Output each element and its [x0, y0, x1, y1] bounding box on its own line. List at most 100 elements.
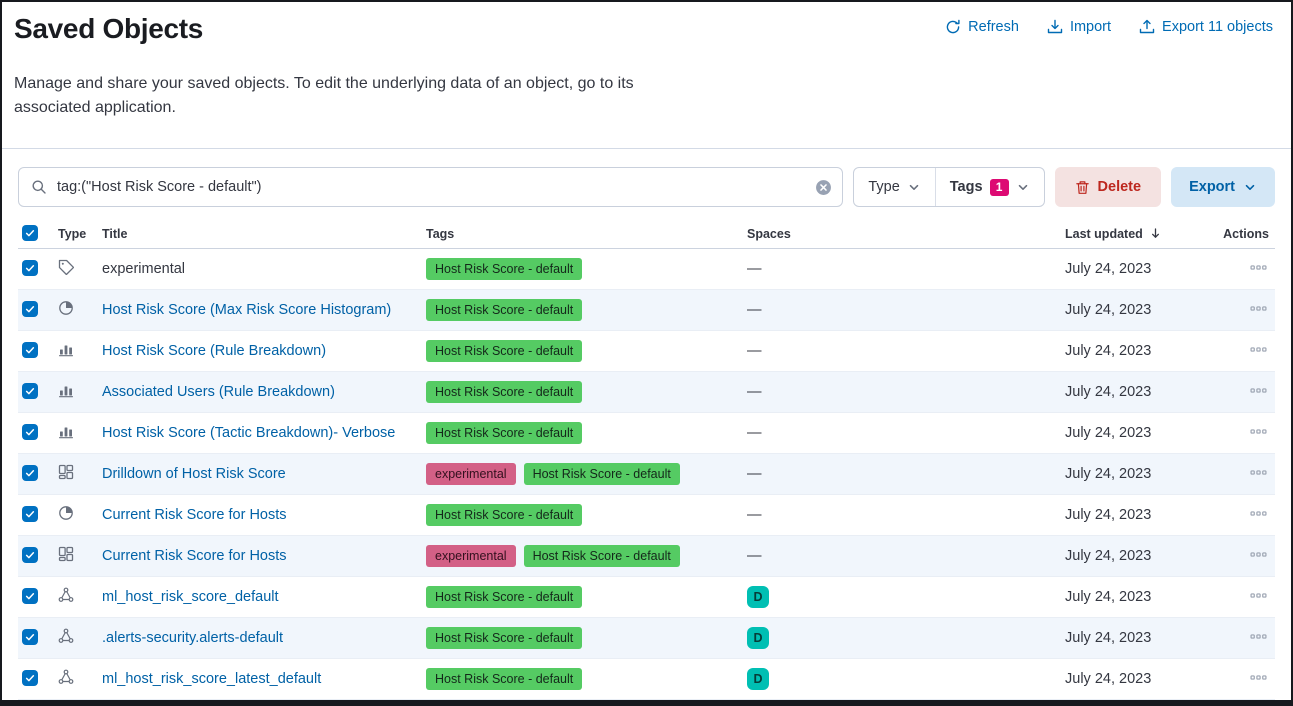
row-tags: Host Risk Score - default	[422, 299, 743, 322]
export-selected-button[interactable]: Export	[1171, 167, 1275, 207]
saved-object-title-link[interactable]: ml_host_risk_score_default	[102, 589, 279, 605]
tag-badge[interactable]: Host Risk Score - default	[426, 627, 582, 650]
ellipsis-icon	[1250, 464, 1267, 481]
row-last-updated: July 24, 2023	[1061, 343, 1219, 359]
tag-badge[interactable]: Host Risk Score - default	[524, 463, 680, 486]
chevron-down-icon	[1243, 180, 1257, 194]
row-tags: Host Risk Score - default	[422, 381, 743, 404]
saved-object-title-link[interactable]: Host Risk Score (Tactic Breakdown)- Verb…	[102, 425, 395, 441]
refresh-button[interactable]: Refresh	[945, 19, 1019, 35]
visualization-icon	[58, 341, 74, 357]
column-header-tags: Tags	[422, 227, 743, 241]
table-row: Current Risk Score for Hosts Host Risk S…	[18, 495, 1275, 536]
row-actions-button[interactable]	[1248, 380, 1269, 404]
row-tags: Host Risk Score - default	[422, 668, 743, 691]
row-checkbox[interactable]	[22, 424, 38, 440]
row-last-updated: July 24, 2023	[1061, 302, 1219, 318]
delete-button[interactable]: Delete	[1055, 167, 1162, 207]
select-all-checkbox[interactable]	[22, 225, 38, 241]
row-spaces: —	[743, 425, 1061, 441]
saved-object-title-link[interactable]: .alerts-security.alerts-default	[102, 630, 283, 646]
saved-object-title-link[interactable]: Host Risk Score (Rule Breakdown)	[102, 343, 326, 359]
ellipsis-icon	[1250, 423, 1267, 440]
row-last-updated: July 24, 2023	[1061, 671, 1219, 687]
no-spaces-dash: —	[747, 507, 762, 523]
tag-badge[interactable]: Host Risk Score - default	[426, 422, 582, 445]
row-spaces: —	[743, 384, 1061, 400]
row-checkbox[interactable]	[22, 547, 38, 563]
column-header-title[interactable]: Title	[98, 227, 422, 241]
no-spaces-dash: —	[747, 261, 762, 277]
row-actions-button[interactable]	[1248, 503, 1269, 527]
row-checkbox[interactable]	[22, 629, 38, 645]
saved-object-title-link[interactable]: Host Risk Score (Max Risk Score Histogra…	[102, 302, 391, 318]
tag-badge[interactable]: Host Risk Score - default	[426, 381, 582, 404]
no-spaces-dash: —	[747, 548, 762, 564]
row-actions-button[interactable]	[1248, 667, 1269, 691]
space-badge: D	[747, 627, 769, 649]
clear-search-button[interactable]	[815, 179, 832, 196]
import-button[interactable]: Import	[1047, 19, 1111, 35]
ellipsis-icon	[1250, 259, 1267, 276]
saved-object-title-link[interactable]: ml_host_risk_score_latest_default	[102, 671, 321, 687]
row-actions-button[interactable]	[1248, 544, 1269, 568]
tag-badge[interactable]: experimental	[426, 463, 516, 486]
search-input[interactable]	[57, 179, 805, 195]
row-checkbox[interactable]	[22, 670, 38, 686]
row-actions-button[interactable]	[1248, 257, 1269, 281]
row-last-updated: July 24, 2023	[1061, 507, 1219, 523]
saved-object-title-link[interactable]: Current Risk Score for Hosts	[102, 507, 287, 523]
tag-badge[interactable]: Host Risk Score - default	[426, 668, 582, 691]
section-divider	[2, 148, 1291, 149]
row-checkbox[interactable]	[22, 588, 38, 604]
row-checkbox[interactable]	[22, 301, 38, 317]
tag-badge[interactable]: Host Risk Score - default	[426, 504, 582, 527]
lens-icon	[58, 300, 74, 316]
type-filter-button[interactable]: Type	[854, 168, 934, 206]
row-actions-button[interactable]	[1248, 626, 1269, 650]
table-row: Host Risk Score (Rule Breakdown) Host Ri…	[18, 331, 1275, 372]
column-header-type[interactable]: Type	[54, 227, 98, 241]
lens-icon	[58, 505, 74, 521]
saved-object-title-link[interactable]: Current Risk Score for Hosts	[102, 548, 287, 564]
trash-icon	[1075, 180, 1090, 195]
ellipsis-icon	[1250, 505, 1267, 522]
column-header-last-updated[interactable]: Last updated	[1061, 227, 1219, 241]
ellipsis-icon	[1250, 341, 1267, 358]
export-icon	[1139, 19, 1155, 35]
row-checkbox[interactable]	[22, 260, 38, 276]
row-checkbox[interactable]	[22, 383, 38, 399]
row-actions-button[interactable]	[1248, 339, 1269, 363]
tag-badge[interactable]: Host Risk Score - default	[426, 340, 582, 363]
table-row: Host Risk Score (Tactic Breakdown)- Verb…	[18, 413, 1275, 454]
row-actions-button[interactable]	[1248, 421, 1269, 445]
export-all-button[interactable]: Export 11 objects	[1139, 19, 1273, 35]
row-tags: Host Risk Score - default	[422, 340, 743, 363]
column-header-actions: Actions	[1219, 227, 1275, 241]
tag-badge[interactable]: Host Risk Score - default	[426, 258, 582, 281]
tag-badge[interactable]: experimental	[426, 545, 516, 568]
row-checkbox[interactable]	[22, 342, 38, 358]
tag-badge[interactable]: Host Risk Score - default	[524, 545, 680, 568]
table-row: .alerts-security.alerts-default Host Ris…	[18, 618, 1275, 659]
saved-object-title-link[interactable]: Associated Users (Rule Breakdown)	[102, 384, 335, 400]
column-header-spaces: Spaces	[743, 227, 1061, 241]
row-actions-button[interactable]	[1248, 462, 1269, 486]
ellipsis-icon	[1250, 546, 1267, 563]
row-checkbox[interactable]	[22, 506, 38, 522]
row-spaces: —	[743, 343, 1061, 359]
search-icon	[31, 179, 47, 195]
tags-filter-button[interactable]: Tags 1	[935, 168, 1044, 206]
row-spaces: —	[743, 466, 1061, 482]
tag-badge[interactable]: Host Risk Score - default	[426, 299, 582, 322]
table-row: ml_host_risk_score_default Host Risk Sco…	[18, 577, 1275, 618]
row-actions-button[interactable]	[1248, 298, 1269, 322]
saved-object-title-link[interactable]: Drilldown of Host Risk Score	[102, 466, 286, 482]
table-row: Host Risk Score (Max Risk Score Histogra…	[18, 290, 1275, 331]
search-box	[18, 167, 843, 207]
table-row: experimental Host Risk Score - default —…	[18, 249, 1275, 290]
tag-badge[interactable]: Host Risk Score - default	[426, 586, 582, 609]
row-tags: Host Risk Score - default	[422, 627, 743, 650]
row-checkbox[interactable]	[22, 465, 38, 481]
row-actions-button[interactable]	[1248, 585, 1269, 609]
